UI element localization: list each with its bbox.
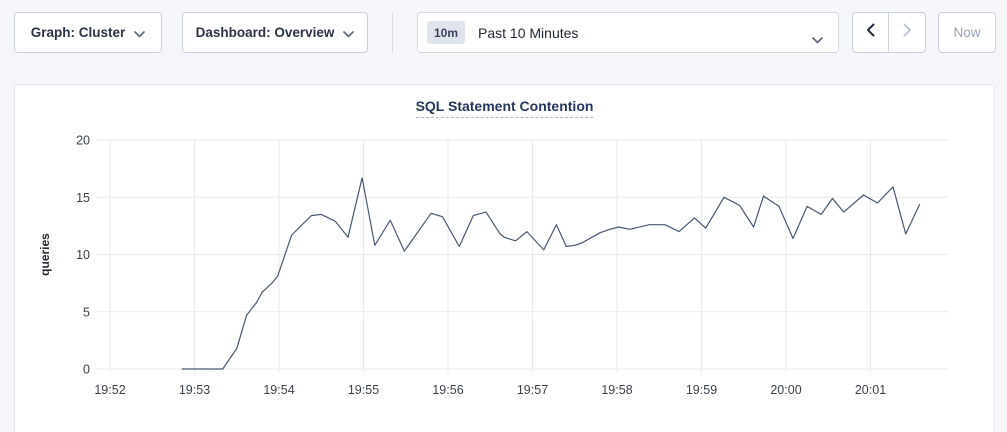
svg-text:19:52: 19:52 <box>94 383 125 397</box>
chart-title-row: SQL Statement Contention <box>15 85 994 121</box>
time-range-label: Past 10 Minutes <box>478 25 578 41</box>
dashboard-dropdown-label: Dashboard: Overview <box>196 25 335 40</box>
svg-text:19:59: 19:59 <box>686 383 717 397</box>
next-time-button[interactable] <box>889 13 925 52</box>
svg-text:20: 20 <box>76 134 90 148</box>
now-button[interactable]: Now <box>938 12 996 53</box>
svg-text:19:58: 19:58 <box>601 383 632 397</box>
svg-text:19:53: 19:53 <box>179 383 210 397</box>
svg-text:0: 0 <box>83 363 90 377</box>
svg-text:19:56: 19:56 <box>432 383 463 397</box>
svg-text:10: 10 <box>76 248 90 262</box>
svg-text:queries: queries <box>38 233 52 276</box>
graph-dropdown[interactable]: Graph: Cluster <box>14 12 162 53</box>
chevron-down-icon <box>812 31 823 49</box>
time-step-buttons <box>852 12 926 53</box>
chart-title[interactable]: SQL Statement Contention <box>416 98 594 118</box>
svg-text:15: 15 <box>76 191 90 205</box>
svg-text:19:55: 19:55 <box>348 383 379 397</box>
time-range-badge: 10m <box>427 21 465 44</box>
chart-card: SQL Statement Contention 0 5 10 15 20 19:52 19… <box>14 84 995 432</box>
chevron-left-icon <box>866 23 875 42</box>
chevron-right-icon <box>903 23 912 42</box>
svg-text:19:57: 19:57 <box>517 383 548 397</box>
svg-text:19:54: 19:54 <box>263 383 294 397</box>
chevron-down-icon <box>134 26 145 41</box>
svg-text:20:00: 20:00 <box>770 383 801 397</box>
chevron-down-icon <box>343 26 354 41</box>
prev-time-button[interactable] <box>853 13 889 52</box>
dashboard-dropdown[interactable]: Dashboard: Overview <box>182 12 368 53</box>
toolbar-divider <box>392 13 393 53</box>
contention-chart: 0 5 10 15 20 19:52 19:53 19:54 19:55 19:56 19:57 19… <box>15 121 994 413</box>
chart-line <box>182 178 920 369</box>
svg-text:20:01: 20:01 <box>855 383 886 397</box>
svg-text:5: 5 <box>83 305 90 319</box>
graph-dropdown-label: Graph: Cluster <box>31 25 126 40</box>
time-range-selector[interactable]: 10m Past 10 Minutes <box>417 12 839 53</box>
toolbar: Graph: Cluster Dashboard: Overview 10m P… <box>0 0 1007 72</box>
